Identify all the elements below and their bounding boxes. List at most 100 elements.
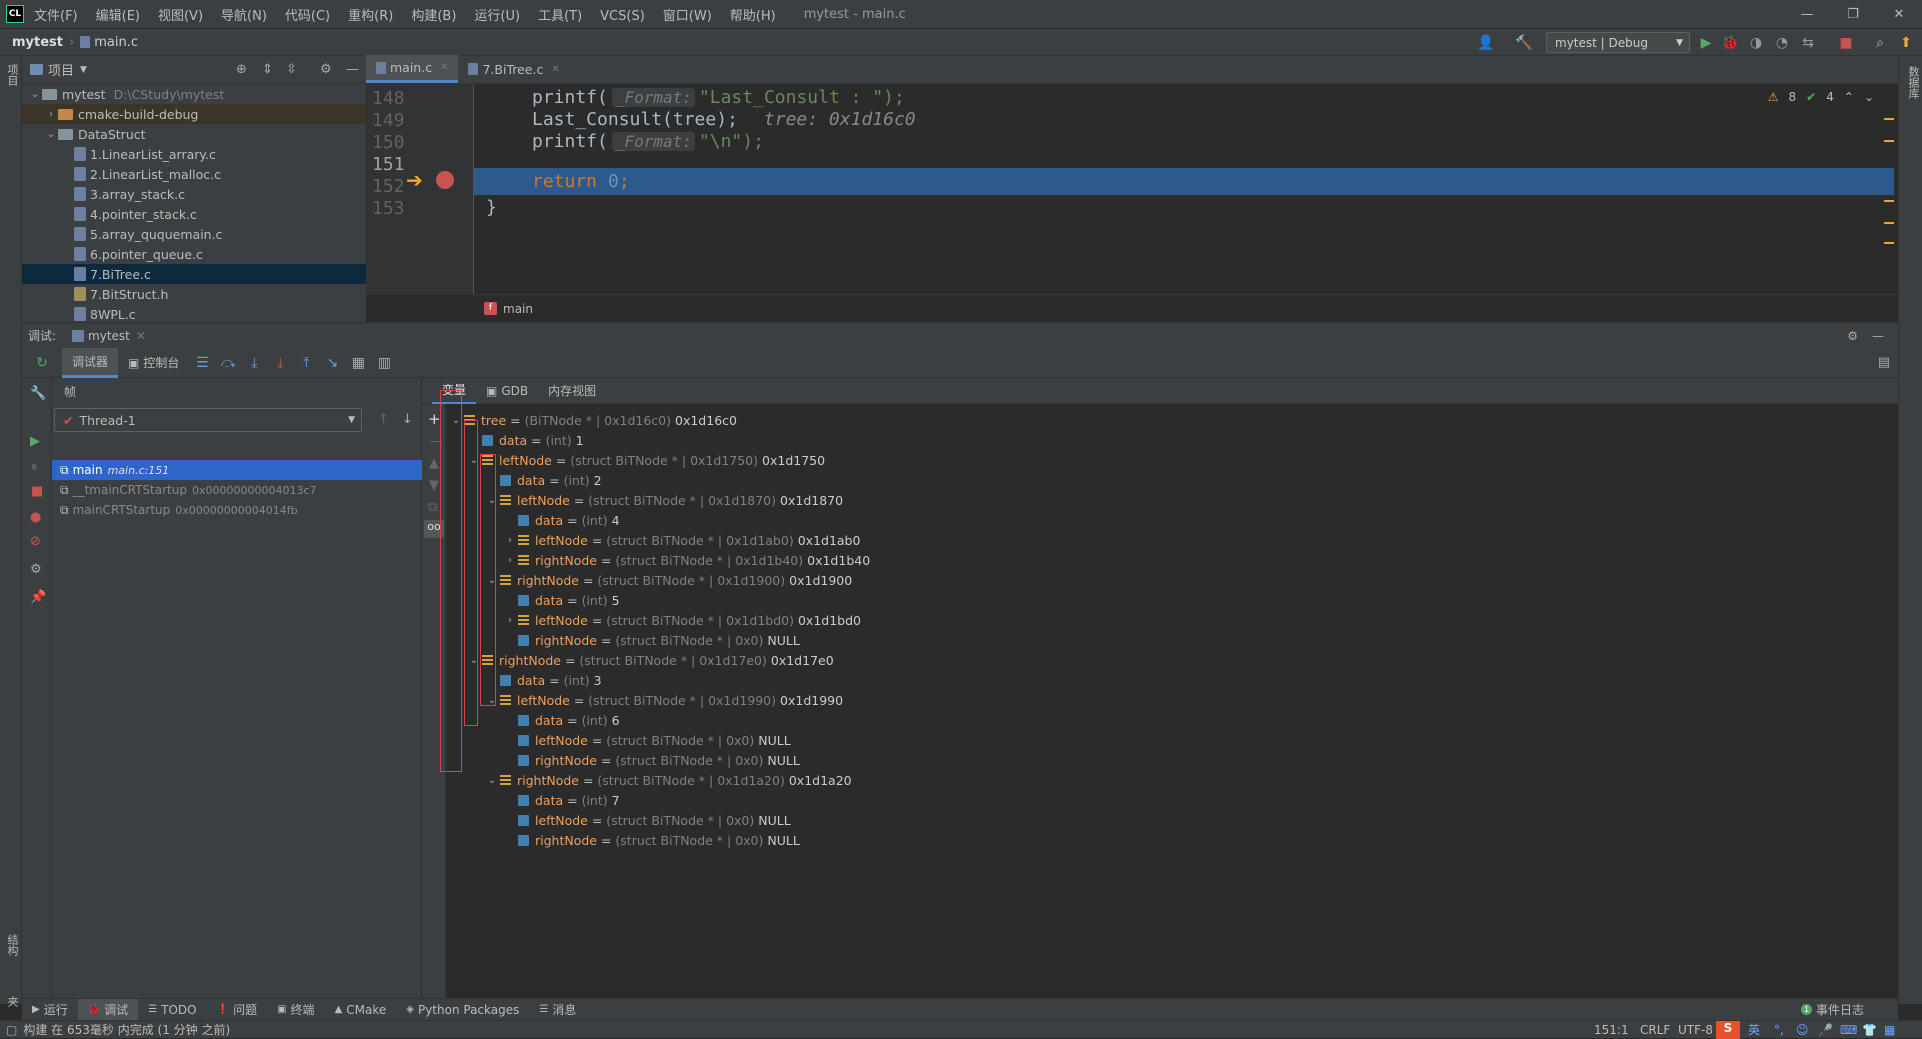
tab-memory-view[interactable]: 内存视图 (538, 378, 606, 404)
close-icon[interactable]: ✕ (551, 64, 559, 75)
menu-item[interactable]: 帮助(H) (730, 9, 776, 24)
stack-frame[interactable]: ⧉ main main.c:151 (52, 460, 422, 480)
stop-icon[interactable]: ■ (31, 484, 43, 499)
tree-row-root[interactable]: ⌄ mytest D:\CStudy\mytest (22, 84, 366, 104)
chevron-right-icon[interactable]: › (44, 109, 58, 120)
run-config-selector[interactable]: mytest | Debug ▼ (1546, 32, 1690, 53)
bottom-tab[interactable]: ▲ CMake (325, 999, 397, 1021)
stack-frame[interactable]: ⧉ __tmainCRTStartup 0x00000000004013c7 (52, 480, 422, 500)
force-step-into-icon[interactable]: ⤓ (267, 355, 293, 371)
layout-icon[interactable]: ☰ (189, 355, 215, 371)
variable-row[interactable]: data = (int) 5 (502, 590, 620, 610)
tree-row[interactable]: ⌄ DataStruct (22, 124, 366, 144)
gear-icon[interactable]: ⚙ (1847, 329, 1858, 343)
run-icon[interactable]: ▶ (1696, 33, 1716, 53)
user-icon[interactable]: 👤 (1476, 33, 1496, 53)
search-icon[interactable]: ⌕ (1870, 33, 1890, 53)
bottom-tab[interactable]: ◈ Python Packages (396, 999, 529, 1021)
menu-item[interactable]: 运行(U) (474, 9, 520, 24)
variable-row[interactable]: data = (int) 2 (484, 470, 602, 490)
event-log[interactable]: 1 事件日志 (1800, 1001, 1864, 1018)
variable-row[interactable]: › leftNode = (struct BiTNode * | 0x1d1ab0… (502, 530, 860, 550)
breadcrumb-project[interactable]: mytest (12, 35, 63, 50)
code-line-152[interactable]: } (476, 194, 497, 221)
debug-icon[interactable]: 🐞 (1720, 33, 1740, 53)
thread-selector[interactable]: ✔ Thread-1 ▼ (54, 408, 362, 432)
emoji-icon[interactable]: ☺ (1796, 1023, 1809, 1037)
tree-row[interactable]: 7.BiTree.c (22, 264, 366, 284)
close-button[interactable]: ✕ (1876, 0, 1922, 28)
variable-row[interactable]: rightNode = (struct BiTNode * | 0x0) NULL (502, 750, 800, 770)
gear-icon[interactable]: ⚙ (320, 62, 332, 77)
variable-row[interactable]: ⌄ tree = (BiTNode * | 0x1d16c0) 0x1d16c0 (448, 410, 737, 430)
editor-tab[interactable]: main.c ✕ (366, 55, 459, 83)
tree-row[interactable]: 4.pointer_stack.c (22, 204, 366, 224)
microphone-icon[interactable]: 🎤 (1818, 1023, 1833, 1037)
hide-panel-icon[interactable]: — (1872, 329, 1884, 343)
view-breakpoints-icon[interactable]: ● (30, 510, 41, 525)
tree-row[interactable]: 7.BitStruct.h (22, 284, 366, 304)
tree-row[interactable]: › cmake-build-debug (22, 104, 366, 124)
pin-icon[interactable]: 📌 (30, 590, 46, 605)
menu-item[interactable]: 代码(C) (285, 9, 330, 24)
bottom-tab[interactable]: 🐞 调试 (77, 998, 139, 1021)
variable-row[interactable]: ⌄ leftNode = (struct BiTNode * | 0x1d1870… (484, 490, 843, 510)
rerun-icon[interactable]: ↻ (22, 355, 62, 371)
menu-item[interactable]: VCS(S) (600, 9, 645, 24)
variable-row[interactable]: leftNode = (struct BiTNode * | 0x0) NULL (502, 810, 791, 830)
file-encoding[interactable]: UTF-8 (1678, 1023, 1713, 1037)
breadcrumb-function[interactable]: main (503, 302, 533, 316)
arrow-down-icon[interactable]: ↓ (402, 412, 413, 427)
variable-row[interactable]: data = (int) 6 (502, 710, 620, 730)
menu-item[interactable]: 导航(N) (221, 9, 267, 24)
project-tool-label[interactable]: 项目 (4, 64, 20, 86)
code-line-150[interactable]: printf( _Format: "\n"); (476, 128, 764, 155)
chevron-down-icon[interactable]: ⌄ (484, 775, 500, 786)
toolbox-icon[interactable]: ▦ (1884, 1023, 1895, 1037)
wrench-icon[interactable]: 🔧 (30, 386, 46, 401)
menu-item[interactable]: 重构(R) (348, 9, 393, 24)
tree-row[interactable]: 8WPL.c (22, 304, 366, 324)
punctuation-icon[interactable]: °, (1774, 1023, 1784, 1037)
menu-item[interactable]: 文件(F) (34, 9, 78, 24)
pause-icon[interactable]: ⏸ (31, 460, 38, 475)
variable-row[interactable]: data = (int) 4 (502, 510, 620, 530)
structure-tool-label[interactable]: 结构 (4, 934, 20, 956)
breadcrumb-file[interactable]: main.c (94, 35, 138, 50)
minimize-button[interactable]: — (1784, 0, 1830, 28)
step-into-icon[interactable]: ⤓ (241, 355, 267, 371)
chevron-up-icon[interactable]: ⌃ (1844, 90, 1854, 104)
locate-icon[interactable]: ⊕ (236, 62, 247, 77)
tab-console[interactable]: ▣ 控制台 (118, 348, 189, 378)
status-toggle-icon[interactable]: ▢ (6, 1023, 17, 1037)
resume-icon[interactable]: ▶ (30, 434, 40, 449)
chevron-right-icon[interactable]: › (502, 555, 518, 566)
evaluate-icon[interactable]: ▦ (345, 355, 371, 371)
variable-row[interactable]: › rightNode = (struct BiTNode * | 0x1d1b4… (502, 550, 870, 570)
copy-icon[interactable]: ⧉ (428, 500, 437, 515)
caret-position[interactable]: 151:1 (1594, 1023, 1629, 1037)
chevron-down-icon[interactable]: ▼ (80, 65, 87, 75)
variable-row[interactable]: ⌄ rightNode = (struct BiTNode * | 0x1d1a2… (484, 770, 852, 790)
move-down-icon[interactable]: ▼ (429, 478, 439, 493)
variable-row[interactable]: rightNode = (struct BiTNode * | 0x0) NULL (502, 630, 800, 650)
bottom-tab[interactable]: ❗ 问题 (207, 999, 267, 1021)
profiler-icon[interactable]: ◔ (1772, 33, 1792, 53)
chevron-right-icon[interactable]: › (502, 615, 518, 626)
variable-row[interactable]: leftNode = (struct BiTNode * | 0x0) NULL (502, 730, 791, 750)
variable-row[interactable]: data = (int) 7 (502, 790, 620, 810)
variable-row[interactable]: data = (int) 1 (466, 430, 584, 450)
menu-item[interactable]: 视图(V) (158, 9, 203, 24)
add-watch-icon[interactable]: + (428, 410, 441, 428)
run-to-cursor-icon[interactable]: ↘ (319, 355, 345, 371)
variable-row[interactable]: rightNode = (struct BiTNode * | 0x0) NULL (502, 830, 800, 850)
expand-all-icon[interactable]: ⇕ (262, 62, 273, 77)
tree-row[interactable]: 6.pointer_queue.c (22, 244, 366, 264)
line-separator[interactable]: CRLF (1640, 1023, 1670, 1037)
columns-icon[interactable]: ▥ (371, 355, 397, 371)
settings-icon[interactable]: ⚙ (30, 562, 42, 577)
bottom-tab[interactable]: ▣ 终端 (267, 999, 324, 1021)
tab-debugger[interactable]: 调试器 (62, 347, 119, 378)
arrow-up-icon[interactable]: ↑ (378, 412, 389, 427)
collapse-all-icon[interactable]: ⇳ (286, 62, 297, 77)
